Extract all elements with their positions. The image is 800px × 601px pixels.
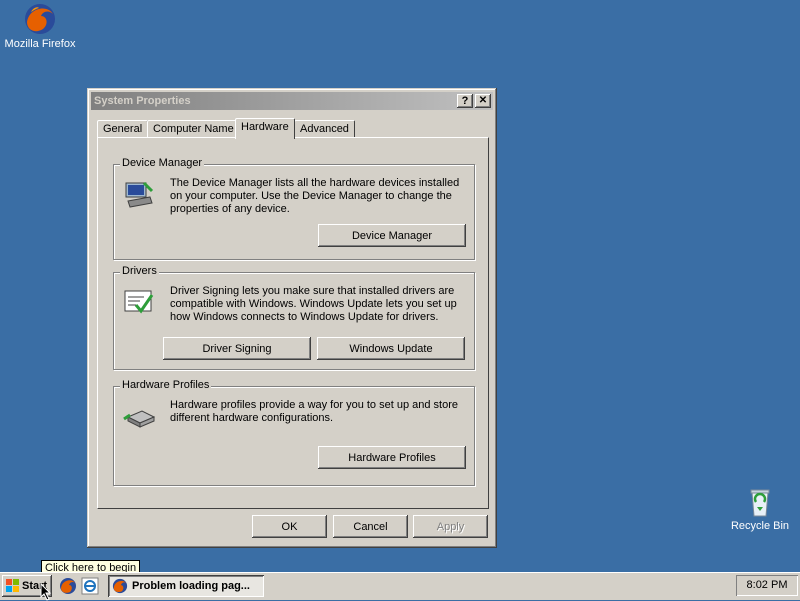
windows-logo-icon — [6, 579, 19, 592]
tab-hardware[interactable]: Hardware — [235, 118, 295, 139]
group-title: Device Manager — [120, 157, 205, 169]
desktop-icon-firefox[interactable]: Mozilla Firefox — [0, 2, 80, 50]
drivers-group: Drivers Driver Signing lets you make sur… — [113, 265, 475, 370]
hardware-profiles-icon — [123, 410, 156, 428]
driver-signing-button[interactable]: Driver Signing — [163, 337, 311, 360]
firefox-icon — [112, 578, 128, 594]
desktop-icon-recycle-bin[interactable]: Recycle Bin — [720, 486, 800, 532]
firefox-icon — [25, 4, 55, 34]
device-manager-description: The Device Manager lists all the hardwar… — [170, 177, 460, 215]
tab-general[interactable]: General — [97, 120, 149, 138]
mouse-cursor-icon — [40, 583, 52, 601]
tab-computer-name[interactable]: Computer Name — [147, 120, 240, 138]
close-button[interactable]: ✕ — [475, 94, 491, 108]
ok-button[interactable]: OK — [252, 515, 327, 538]
hardware-profiles-description: Hardware profiles provide a way for you … — [170, 399, 458, 424]
system-properties-dialog: System Properties ? ✕ General Computer N… — [87, 88, 497, 548]
device-manager-button[interactable]: Device Manager — [318, 224, 466, 247]
hardware-profiles-button[interactable]: Hardware Profiles — [318, 446, 466, 469]
desktop-icon-label: Recycle Bin — [730, 520, 790, 532]
device-manager-icon — [125, 181, 154, 208]
windows-update-button[interactable]: Windows Update — [317, 337, 465, 360]
desktop-icon-label: Mozilla Firefox — [4, 38, 76, 50]
group-title: Hardware Profiles — [120, 379, 212, 391]
quicklaunch-ie-icon[interactable] — [81, 577, 99, 595]
tab-advanced[interactable]: Advanced — [294, 120, 355, 138]
taskbar-item-firefox[interactable]: Problem loading pag... — [108, 575, 264, 597]
system-tray-clock[interactable]: 8:02 PM — [736, 575, 798, 596]
recycle-bin-icon — [750, 489, 770, 517]
driver-signing-icon — [124, 290, 154, 314]
apply-button[interactable]: Apply — [413, 515, 488, 538]
taskbar-item-label: Problem loading pag... — [132, 580, 250, 592]
cancel-button[interactable]: Cancel — [333, 515, 408, 538]
device-manager-group: Device Manager The Device Manager lists … — [113, 157, 475, 260]
help-button[interactable]: ? — [457, 94, 473, 108]
group-title: Drivers — [120, 265, 159, 277]
dialog-title: System Properties — [94, 95, 191, 107]
drivers-description: Driver Signing lets you make sure that i… — [170, 285, 457, 323]
taskbar: Start Problem loading pag... 8:02 PM — [0, 572, 800, 600]
quicklaunch-firefox-icon[interactable] — [59, 577, 77, 595]
dialog-titlebar[interactable]: System Properties ? ✕ — [91, 92, 493, 110]
hardware-tab-panel: Device Manager The Device Manager lists … — [97, 137, 489, 509]
hardware-profiles-group: Hardware Profiles Hardware profiles prov… — [113, 379, 475, 486]
